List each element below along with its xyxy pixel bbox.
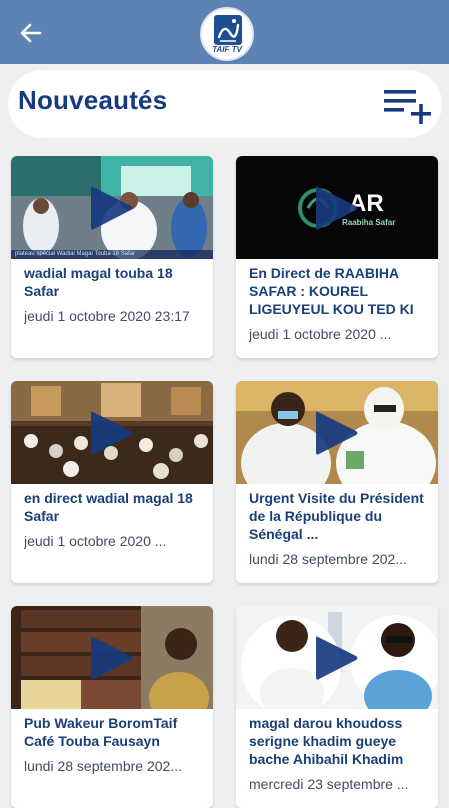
- video-title: magal darou khoudoss serigne khadim guey…: [249, 715, 404, 767]
- play-icon: [91, 636, 133, 680]
- video-date: lundi 28 septembre 202...: [249, 551, 407, 567]
- play-icon: [91, 186, 133, 230]
- play-icon: [316, 636, 358, 680]
- video-date: jeudi 1 octobre 2020 23:17: [24, 308, 190, 324]
- section-header: Nouveautés: [8, 70, 442, 138]
- video-card[interactable]: en direct wadial magal 18 Safar jeudi 1 …: [11, 381, 213, 583]
- video-card[interactable]: Urgent Visite du Président de la Républi…: [236, 381, 438, 583]
- video-card[interactable]: magal darou khoudoss serigne khadim guey…: [236, 606, 438, 808]
- thumbnail-caption: plateau spécial Wadial Magal Touba 18 Sa…: [11, 250, 213, 259]
- video-date: lundi 28 septembre 202...: [24, 758, 182, 774]
- video-thumbnail: [236, 381, 438, 484]
- page-title: Nouveautés: [18, 85, 168, 115]
- taif-tv-logo-icon: [214, 15, 242, 45]
- video-thumbnail: [11, 606, 213, 709]
- video-date: jeudi 1 octobre 2020 ...: [249, 326, 392, 342]
- video-date: jeudi 1 octobre 2020 ...: [24, 533, 167, 549]
- video-card[interactable]: Pub Wakeur BoromTaif Café Touba Fausayn …: [11, 606, 213, 808]
- video-title: En Direct de RAABIHA SAFAR : KOUREL LIGE…: [249, 265, 414, 317]
- video-thumbnail: AR Raabiha Safar: [236, 156, 438, 259]
- top-app-bar: TAIF TV: [0, 0, 449, 64]
- app-logo: TAIF TV: [200, 7, 254, 61]
- video-card[interactable]: plateau spécial Wadial Magal Touba 18 Sa…: [11, 156, 213, 358]
- video-thumbnail: plateau spécial Wadial Magal Touba 18 Sa…: [11, 156, 213, 259]
- playlist-add-icon[interactable]: [382, 86, 434, 124]
- video-title: Pub Wakeur BoromTaif Café Touba Fausayn: [24, 715, 178, 749]
- arrow-left-icon[interactable]: [18, 20, 44, 46]
- play-icon: [316, 411, 358, 455]
- video-thumbnail: [11, 381, 213, 484]
- play-icon: [316, 186, 358, 230]
- video-card[interactable]: AR Raabiha Safar En Direct de RAABIHA SA…: [236, 156, 438, 358]
- video-thumbnail: [236, 606, 438, 709]
- logo-text: TAIF TV: [212, 45, 242, 54]
- video-title: Urgent Visite du Président de la Républi…: [249, 490, 424, 542]
- play-icon: [91, 411, 133, 455]
- video-title: wadial magal touba 18 Safar: [24, 265, 173, 299]
- video-title: en direct wadial magal 18 Safar: [24, 490, 193, 524]
- video-date: mercredi 23 septembre ...: [249, 776, 409, 792]
